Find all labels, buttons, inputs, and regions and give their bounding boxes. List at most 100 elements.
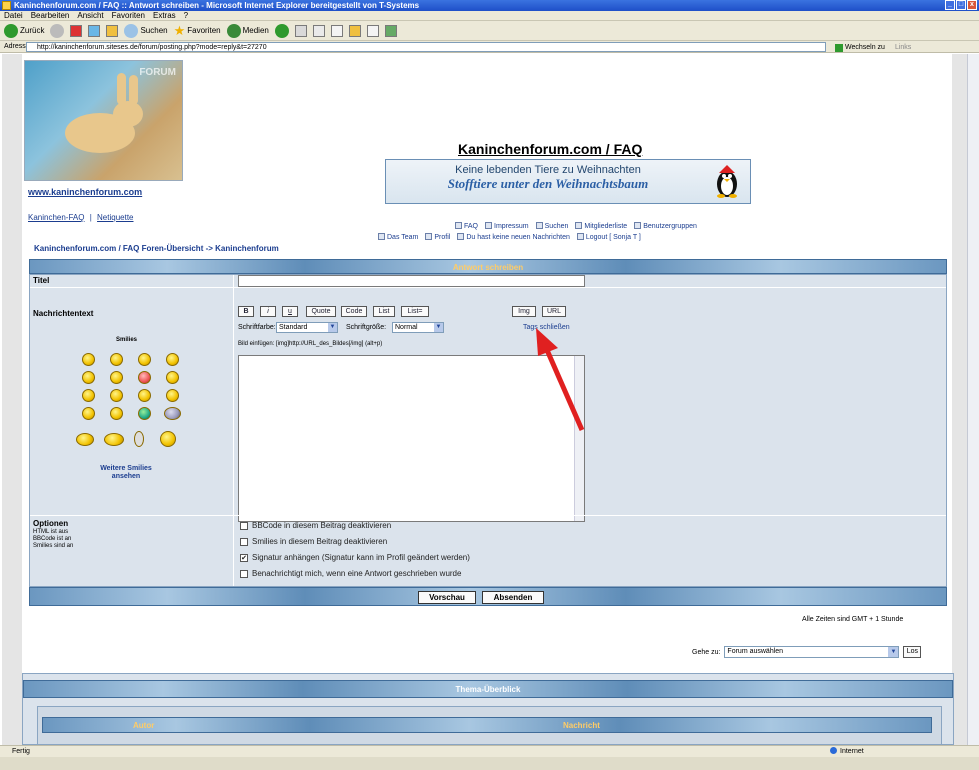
nav-memberlist[interactable]: Mitgliederliste [575,222,627,230]
smiley-icon[interactable] [166,371,179,384]
nav-usergroups[interactable]: Benutzergruppen [634,222,697,230]
preview-button[interactable]: Vorschau [418,591,476,604]
url-button[interactable]: URL [542,306,566,317]
go-button[interactable]: Wechseln zu Links [835,42,911,54]
bold-button[interactable]: B [238,306,254,317]
img-button[interactable]: Img [512,306,536,317]
history-button[interactable] [274,23,289,38]
menu-help[interactable]: ? [184,11,188,20]
more-smilies-link[interactable]: Weitere Smilies ansehen [90,465,162,481]
browser-toolbar: Zurück Suchen ★ Favoriten Medien [0,21,979,41]
page-scrollbar[interactable] [967,54,979,745]
forward-button[interactable] [50,23,65,38]
nav-logout[interactable]: Logout [ Sonja T ] [576,233,641,241]
italic-button[interactable]: i [260,306,276,317]
col-author: Autor [133,721,155,730]
status-bar: Fertig Internet [0,745,979,757]
smiley-icon[interactable] [110,389,123,402]
favorites-button[interactable]: ★ Favoriten [174,23,221,39]
smiley-icon[interactable] [138,407,151,420]
nav-team[interactable]: Das Team [378,233,418,241]
home-button[interactable] [106,24,119,37]
messenger-button[interactable] [384,24,397,37]
smiley-icon[interactable] [110,371,123,384]
breadcrumb[interactable]: Kaninchenforum.com / FAQ Foren-Übersicht… [34,244,279,253]
font-size-select[interactable]: Normal ▼ [392,322,444,333]
list-button[interactable]: List [373,306,395,317]
groups-icon [634,222,642,229]
discuss-button[interactable] [366,24,379,37]
menu-favoriten[interactable]: Favoriten [112,11,145,20]
goto-button[interactable]: Los [903,646,922,658]
close-button[interactable]: x [967,0,977,10]
underline-button[interactable]: u [282,306,298,317]
netiquette-link[interactable]: Netiquette [97,213,133,222]
window-titlebar: Kaninchenforum.com / FAQ :: Antwort schr… [0,0,979,11]
smiley-icon[interactable] [160,431,176,447]
messages-icon [457,233,465,240]
smiley-icon[interactable] [82,353,95,366]
notify-checkbox[interactable]: Benachrichtigt mich, wenn eine Antwort g… [240,569,461,578]
forum-select[interactable]: Forum auswählen ▼ [724,646,900,658]
smiley-icon[interactable] [82,407,95,420]
menu-datei[interactable]: Datei [4,11,23,20]
search-button[interactable]: Suchen [124,23,168,38]
chevron-down-icon: ▼ [328,323,337,332]
code-button[interactable]: Code [341,306,367,317]
menu-extras[interactable]: Extras [153,11,176,20]
refresh-button[interactable] [88,24,101,37]
disable-bbcode-checkbox[interactable]: BBCode in diesem Beitrag deaktivieren [240,521,391,530]
media-button[interactable]: Medien [226,23,269,38]
textarea-scrollbar[interactable] [574,356,584,521]
smiley-icon[interactable] [76,433,94,446]
stop-button[interactable] [70,24,83,37]
list-ordered-button[interactable]: List= [401,306,429,317]
smiley-icon[interactable] [82,389,95,402]
menu-ansicht[interactable]: Ansicht [77,11,103,20]
smiley-icon[interactable] [166,353,179,366]
smiley-icon[interactable] [82,371,95,384]
title-input[interactable] [238,275,585,287]
maximize-button[interactable]: □ [956,0,966,10]
address-input[interactable]: http://kaninchenforum.siteses.de/forum/p… [26,42,826,52]
globe-icon [830,747,837,754]
quote-button[interactable]: Quote [306,306,336,317]
nav-faq[interactable]: FAQ [455,222,478,230]
timezone-note: Alle Zeiten sind GMT + 1 Stunde [802,616,904,623]
edit-button[interactable] [330,24,343,37]
menu-bearbeiten[interactable]: Bearbeiten [31,11,70,20]
close-tags-link[interactable]: Tags schließen [523,324,570,331]
nav-messages[interactable]: Du hast keine neuen Nachrichten [457,233,570,241]
address-bar: Adresse http://kaninchenforum.siteses.de… [0,41,979,53]
submit-button[interactable]: Absenden [482,591,544,604]
links-label[interactable]: Links [895,42,911,54]
smiley-icon[interactable] [166,389,179,402]
nav-profile[interactable]: Profil [425,233,450,241]
attach-signature-checkbox[interactable]: ✔ Signatur anhängen (Signatur kann im Pro… [240,553,470,562]
back-button[interactable]: Zurück [4,23,44,38]
smiley-icon[interactable] [110,353,123,366]
forum-logo[interactable]: FORUM [24,60,183,181]
font-color-select[interactable]: Standard ▼ [276,322,338,333]
disable-smilies-checkbox[interactable]: Smilies in diesem Beitrag deaktivieren [240,537,387,546]
font-size-label: Schriftgröße: [346,324,387,331]
folder-button[interactable] [348,24,361,37]
smiley-icon[interactable] [110,407,123,420]
minimize-button[interactable]: _ [945,0,955,10]
print-button[interactable] [312,24,325,37]
site-link[interactable]: www.kaninchenforum.com [28,187,142,197]
banner-ad[interactable]: Keine lebenden Tiere zu Weihnachten Stof… [385,159,751,204]
smiley-icon[interactable] [164,407,181,420]
smiley-icon[interactable] [138,371,151,384]
nav-impressum[interactable]: Impressum [485,222,529,230]
smiley-icon[interactable] [104,433,124,446]
smiley-icon[interactable] [138,389,151,402]
site-title[interactable]: Kaninchenforum.com / FAQ [458,141,642,157]
faq-link[interactable]: Kaninchen-FAQ [28,213,84,222]
smiley-icon[interactable] [138,353,151,366]
mail-button[interactable] [294,24,307,37]
goto-label: Gehe zu: [692,648,721,656]
message-textarea[interactable] [238,355,585,522]
nav-search[interactable]: Suchen [535,222,568,230]
smiley-icon[interactable] [134,431,144,447]
